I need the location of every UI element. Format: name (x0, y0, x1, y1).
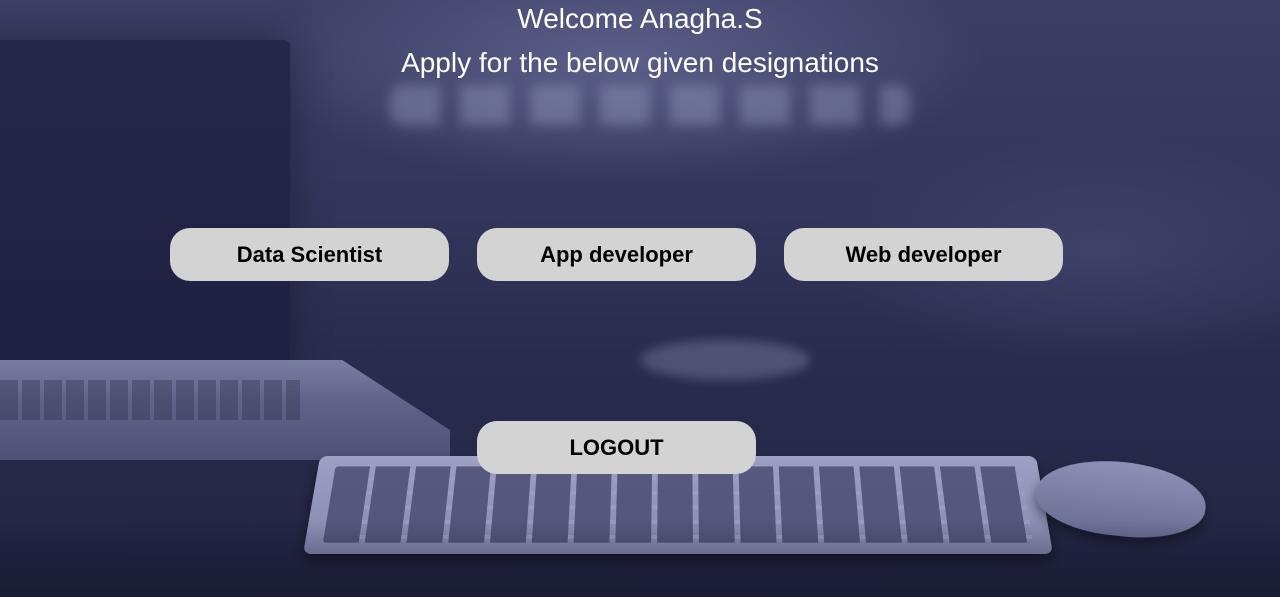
web-developer-button[interactable]: Web developer (784, 228, 1063, 281)
background-laptop-screen (0, 40, 290, 370)
background-laptop-keys (0, 380, 300, 420)
logout-button[interactable]: LOGOUT (477, 421, 756, 474)
designations-subtitle: Apply for the below given designations (401, 47, 879, 78)
data-scientist-button[interactable]: Data Scientist (170, 228, 449, 281)
app-developer-button[interactable]: App developer (477, 228, 756, 281)
welcome-heading: Welcome Anagha.S (517, 3, 763, 34)
background-lights (390, 85, 910, 125)
background-desk (0, 520, 1280, 597)
background-lamp (640, 340, 810, 380)
page: Welcome Anagha.S Apply for the below giv… (0, 0, 1280, 597)
